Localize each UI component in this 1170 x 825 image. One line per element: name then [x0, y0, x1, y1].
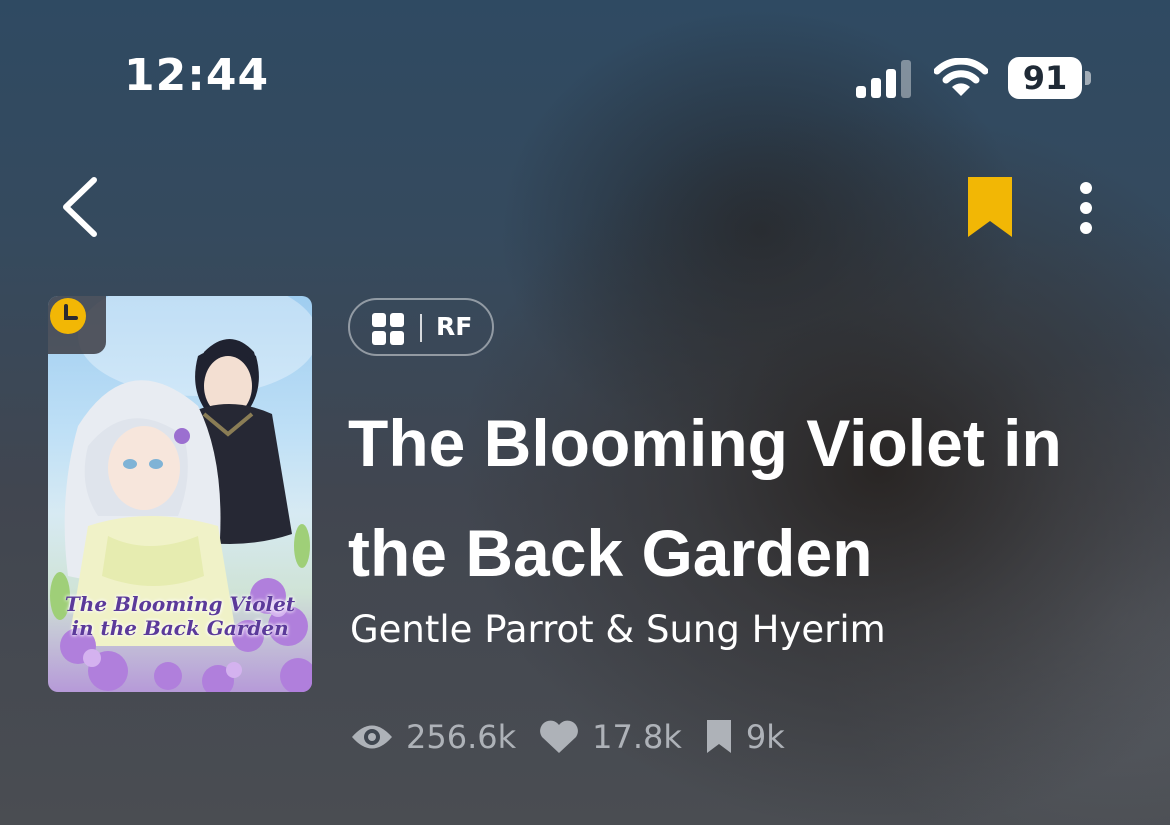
more-options-button[interactable] [1066, 176, 1106, 240]
genre-tag[interactable]: RF [348, 298, 494, 356]
bookmark-button[interactable] [962, 175, 1018, 241]
series-authors[interactable]: Gentle Parrot & Sung Hyerim [350, 608, 886, 651]
eye-icon [352, 725, 392, 749]
tag-label: RF [436, 312, 473, 341]
signal-icon [856, 60, 911, 98]
bookmarks-count: 9k [745, 718, 785, 756]
battery-tip [1085, 71, 1091, 85]
heart-icon [540, 720, 579, 753]
cover-title-line1: The Blooming Violet [64, 592, 296, 616]
cover-title-line2: in the Back Garden [71, 616, 289, 640]
series-title: The Blooming Violet in the Back Garden [348, 406, 1062, 590]
battery-level: 91 [1008, 57, 1082, 99]
tag-divider [420, 314, 422, 342]
status-time: 12:44 [124, 50, 270, 101]
views-stat: 256.6k [350, 718, 516, 756]
likes-count: 17.8k [592, 718, 682, 756]
series-stats: 256.6k 17.8k 9k [350, 712, 807, 762]
back-button[interactable] [52, 172, 112, 242]
chevron-left-icon [63, 177, 97, 237]
views-count: 256.6k [406, 718, 517, 756]
battery-icon: 91 [1008, 57, 1092, 99]
bookmark-icon [968, 177, 1012, 237]
likes-stat: 17.8k [538, 718, 682, 756]
cover-title: The Blooming Violet in the Back Garden [48, 592, 312, 640]
wifi-icon [934, 58, 988, 96]
cover-image[interactable]: The Blooming Violet in the Back Garden [48, 296, 312, 692]
more-vertical-icon [1080, 182, 1092, 234]
series-detail-screen: 12:44 91 The Blooming Violet in the Back… [0, 0, 1170, 825]
wait-free-badge [48, 296, 106, 354]
clock-icon [50, 298, 86, 334]
bookmark-small-icon [706, 720, 731, 753]
bookmarks-stat: 9k [704, 718, 785, 756]
grid-icon [372, 313, 404, 345]
